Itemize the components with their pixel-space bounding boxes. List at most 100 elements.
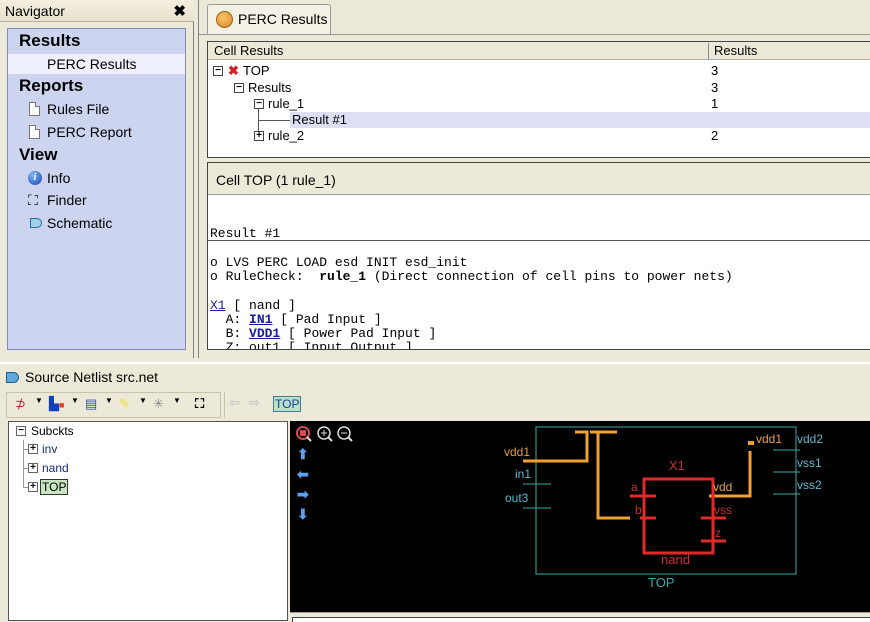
table-row[interactable]: + rule_2 2 xyxy=(208,128,870,144)
nav-item-label: Schematic xyxy=(47,215,113,231)
port-label-vss1[interactable]: vss1 xyxy=(797,456,822,470)
expand-icon[interactable]: + xyxy=(28,444,38,454)
cell-icon[interactable]: ⊅ xyxy=(15,396,26,415)
schematic-view[interactable]: ⬆ ⬅ ➡ ⬇ TOP vdd1 in1 out3 vdd1 vdd2 vss1… xyxy=(290,421,870,612)
column-separator[interactable] xyxy=(708,43,709,59)
nav-item-schematic[interactable]: Schematic xyxy=(8,213,185,233)
info-icon: i xyxy=(28,171,42,185)
sad-face-icon xyxy=(216,11,233,28)
nav-item-rules-file[interactable]: Rules File xyxy=(8,99,185,119)
nav-item-label: Finder xyxy=(47,192,87,208)
cell-details-header: Cell TOP (1 rule_1) xyxy=(208,163,870,195)
tree-node-inv[interactable]: inv xyxy=(42,442,57,456)
document-icon xyxy=(29,102,40,116)
top-cell-button[interactable]: TOP xyxy=(273,396,302,412)
dropdown-arrow-icon[interactable]: ▼ xyxy=(173,396,181,405)
instance-link[interactable]: X1 xyxy=(210,298,226,313)
table-row[interactable]: − rule_1 1 xyxy=(208,96,870,112)
port-label-vss2[interactable]: vss2 xyxy=(797,478,822,492)
column-header-results[interactable]: Results xyxy=(714,43,757,58)
port-label-in1[interactable]: in1 xyxy=(515,467,531,481)
nav-item-label: PERC Report xyxy=(47,124,132,140)
row-value: 2 xyxy=(711,128,719,143)
close-icon[interactable]: ✖ xyxy=(173,2,186,20)
cell-details-panel: Cell TOP (1 rule_1) Result #1 o LVS PERC… xyxy=(207,162,870,350)
instance-line: X1 [ nand ] xyxy=(210,298,296,313)
pan-right-icon[interactable]: ➡ xyxy=(297,486,309,502)
perc-results-pane: PERC Results Cell Results Results − ✖ TO… xyxy=(198,0,870,358)
hierarchy-icon[interactable]: ▙■ xyxy=(49,396,64,415)
navigator-panel: Navigator ✖ Results PERC Results Reports… xyxy=(0,0,194,358)
tab-perc-results[interactable]: PERC Results xyxy=(207,4,331,34)
error-x-icon: ✖ xyxy=(228,63,239,78)
collapse-icon[interactable]: − xyxy=(234,83,244,93)
port-marker-vdd1 xyxy=(748,441,754,445)
row-label: Results xyxy=(248,80,292,95)
schematic-canvas[interactable]: ⬆ ⬅ ➡ ⬇ TOP vdd1 in1 out3 vdd1 vdd2 vss1… xyxy=(290,421,870,612)
tab-divider xyxy=(199,34,870,35)
source-netlist-title: Source Netlist src.net xyxy=(25,369,159,385)
document-icon xyxy=(29,125,40,139)
dropdown-arrow-icon[interactable]: ▼ xyxy=(35,396,43,405)
nav-item-info[interactable]: i Info xyxy=(8,168,185,188)
column-header-cell-results[interactable]: Cell Results xyxy=(214,43,283,58)
rulecheck-prefix: o RuleCheck: xyxy=(210,269,320,284)
collapse-icon[interactable]: − xyxy=(213,66,223,76)
expand-icon[interactable]: + xyxy=(28,482,38,492)
net-link-vdd1[interactable]: VDD1 xyxy=(249,326,280,341)
table-row[interactable]: − ✖ TOP 3 xyxy=(208,63,870,79)
port-label-out3[interactable]: out3 xyxy=(505,491,529,505)
nav-item-perc-results[interactable]: PERC Results xyxy=(8,54,185,74)
row-label: Result #1 xyxy=(292,112,347,127)
highlight-icon[interactable]: ✎ xyxy=(119,396,130,415)
section-view: View xyxy=(19,145,58,164)
expand-icon[interactable]: + xyxy=(254,131,264,141)
nav-item-perc-report[interactable]: PERC Report xyxy=(8,122,185,142)
navigator-title: Navigator xyxy=(5,3,65,19)
pan-left-icon[interactable]: ⬅ xyxy=(296,466,309,482)
navigator-title-bar: Navigator ✖ xyxy=(0,0,194,22)
row-value: 3 xyxy=(711,80,719,95)
net-link-in1[interactable]: IN1 xyxy=(249,312,272,327)
rulecheck-line: o RuleCheck: rule_1 (Direct connection o… xyxy=(210,269,733,284)
pin-label-z: z xyxy=(715,526,721,540)
cell-details-title: Cell TOP (1 rule_1) xyxy=(216,172,336,188)
dropdown-arrow-icon[interactable]: ▼ xyxy=(71,396,79,405)
dropdown-arrow-icon[interactable]: ▼ xyxy=(105,396,113,405)
nav-item-finder[interactable]: ⛶ Finder xyxy=(8,190,185,210)
list-icon[interactable]: ▤ xyxy=(85,396,97,415)
zoom-out-icon[interactable] xyxy=(337,426,353,442)
netlist-nav-bar: ⇦ ⇨ TOP xyxy=(224,392,304,418)
dropdown-arrow-icon[interactable]: ▼ xyxy=(139,396,147,405)
nav-item-label: Rules File xyxy=(47,101,110,117)
tree-line xyxy=(23,440,24,488)
instance-type: nand xyxy=(661,552,690,567)
pan-up-icon[interactable]: ⬆ xyxy=(297,446,309,462)
collapse-icon[interactable]: − xyxy=(16,426,26,436)
binoculars-icon[interactable]: ⛶ xyxy=(195,396,204,415)
expand-icon[interactable]: + xyxy=(28,463,38,473)
zoom-fit-icon[interactable] xyxy=(296,426,312,442)
port-label-vdd1-left[interactable]: vdd1 xyxy=(504,445,530,459)
section-reports: Reports xyxy=(19,76,84,95)
collapse-icon[interactable]: − xyxy=(254,99,264,109)
pan-down-icon[interactable]: ⬇ xyxy=(297,506,309,522)
pin-label-b: b xyxy=(635,503,642,517)
tree-node-subckts[interactable]: Subckts xyxy=(31,424,74,438)
instance-x1[interactable] xyxy=(630,477,726,555)
tree-node-top[interactable]: TOP xyxy=(40,479,69,495)
forward-arrow-icon[interactable]: ⇨ xyxy=(249,395,260,414)
row-value: 1 xyxy=(711,96,719,111)
table-row[interactable]: − Results 3 xyxy=(208,80,870,96)
source-netlist-header: Source Netlist src.net xyxy=(0,362,870,390)
port-label-vdd1-right[interactable]: vdd1 xyxy=(756,432,782,446)
tree-node-nand[interactable]: nand xyxy=(42,461,69,475)
port-label-vdd2[interactable]: vdd2 xyxy=(797,432,823,446)
cell-results-table: Cell Results Results − ✖ TOP 3 − Results… xyxy=(207,41,870,158)
nav-item-label: PERC Results xyxy=(47,56,137,72)
back-arrow-icon[interactable]: ⇦ xyxy=(229,395,240,414)
table-row-selected[interactable]: Result #1 xyxy=(290,112,870,128)
zoom-in-icon[interactable] xyxy=(317,426,333,442)
clear-highlight-icon[interactable]: ✳ xyxy=(153,396,164,415)
pin-a-line: A: IN1 [ Pad Input ] xyxy=(210,312,382,327)
